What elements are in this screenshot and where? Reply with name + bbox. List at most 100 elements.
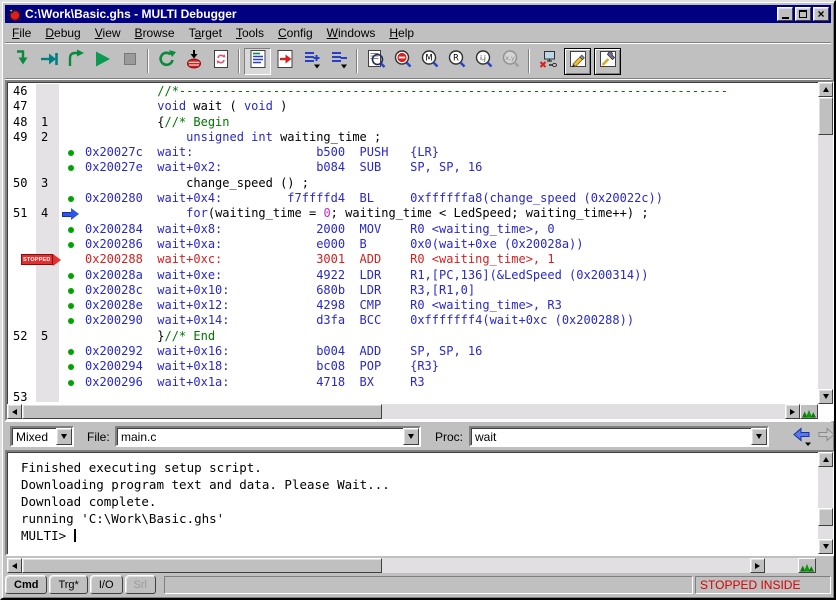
- code-line[interactable]: 0x20027e wait+0x2: b084 SUB SP, SP, 16: [9, 160, 816, 175]
- breakpoint-dot-icon[interactable]: [68, 288, 74, 294]
- scroll-right-button[interactable]: [750, 558, 765, 573]
- locals-view-button[interactable]: i,j: [470, 48, 497, 75]
- proc-combo[interactable]: wait: [469, 426, 769, 447]
- scroll-thumb[interactable]: [818, 97, 833, 135]
- scroll-thumb[interactable]: [22, 404, 382, 419]
- step-out-button[interactable]: [62, 48, 89, 75]
- console-vertical-scrollbar[interactable]: [818, 452, 833, 554]
- code-line[interactable]: 0x200294 wait+0x18: bc08 POP {R3}: [9, 359, 816, 374]
- breakpoints-view-button[interactable]: [389, 48, 416, 75]
- tab-io[interactable]: I/O: [90, 575, 123, 594]
- pane-resize-button[interactable]: [798, 558, 816, 573]
- editor-button[interactable]: [564, 48, 591, 75]
- source-code-view[interactable]: 46 //*----------------------------------…: [9, 84, 816, 402]
- navigate-back-button[interactable]: [791, 425, 813, 447]
- console-text[interactable]: Finished executing setup script.Download…: [9, 454, 816, 552]
- breakpoint-dot-icon[interactable]: [68, 242, 74, 248]
- expand-lines-button[interactable]: [298, 48, 325, 75]
- dropdown-button[interactable]: [751, 428, 767, 445]
- code-line[interactable]: 525 }//* End: [9, 329, 816, 344]
- code-line[interactable]: 514 for(waiting_time = 0; waiting_time <…: [9, 206, 816, 221]
- memory-view-button[interactable]: M: [416, 48, 443, 75]
- code-line[interactable]: 46 //*----------------------------------…: [9, 84, 816, 99]
- code-line[interactable]: 53: [9, 390, 816, 402]
- scroll-down-button[interactable]: [818, 389, 833, 404]
- menu-target[interactable]: Target: [182, 24, 229, 42]
- code-line[interactable]: 503 change_speed () ;: [9, 176, 816, 191]
- code-line[interactable]: 0x200296 wait+0x1a: 4718 BX R3: [9, 375, 816, 390]
- code-line[interactable]: STOPPED0x200288 wait+0xc: 3001 ADD R0 <w…: [9, 252, 816, 267]
- registers-view-button[interactable]: R: [443, 48, 470, 75]
- menu-help[interactable]: Help: [382, 24, 421, 42]
- restart-button[interactable]: [153, 48, 180, 75]
- menu-tools[interactable]: Tools: [229, 24, 271, 42]
- menu-browse[interactable]: Browse: [128, 24, 182, 42]
- breakpoint-dot-icon[interactable]: [68, 349, 74, 355]
- code-line[interactable]: 0x200286 wait+0xa: e000 B 0x0(wait+0xe (…: [9, 237, 816, 252]
- view-mode-combo[interactable]: Mixed: [10, 426, 74, 447]
- scroll-right-button[interactable]: [785, 404, 800, 419]
- code-line[interactable]: 492 unsigned int waiting_time ;: [9, 130, 816, 145]
- menu-view[interactable]: View: [88, 24, 128, 42]
- disconnect-button[interactable]: [534, 48, 561, 75]
- dropdown-button[interactable]: [56, 428, 72, 445]
- go-button[interactable]: [89, 48, 116, 75]
- menu-windows[interactable]: Windows: [320, 24, 383, 42]
- tab-trg[interactable]: Trg*: [49, 575, 87, 594]
- console-horizontal-scrollbar[interactable]: [7, 558, 798, 573]
- code-line[interactable]: 47 void wait ( void ): [9, 99, 816, 114]
- close-button[interactable]: ×: [813, 7, 829, 21]
- scroll-up-button[interactable]: [818, 82, 833, 97]
- menu-debug[interactable]: Debug: [38, 24, 87, 42]
- breakpoint-dot-icon[interactable]: [68, 364, 74, 370]
- svg-text:x,y: x,y: [505, 54, 515, 62]
- step-into-button[interactable]: [8, 48, 35, 75]
- maximize-button[interactable]: [795, 7, 811, 21]
- dropdown-button[interactable]: [403, 428, 419, 445]
- source-vertical-scrollbar[interactable]: [818, 82, 833, 404]
- breakpoint-dot-icon[interactable]: [68, 303, 74, 309]
- reload-button[interactable]: [207, 48, 234, 75]
- pane-resize-button[interactable]: [800, 404, 818, 419]
- source-window-button[interactable]: [244, 48, 271, 75]
- scroll-down-button[interactable]: [818, 539, 833, 554]
- code-line[interactable]: 0x20027c wait: b500 PUSH {LR}: [9, 145, 816, 160]
- menu-file[interactable]: File: [5, 24, 38, 42]
- scroll-left-button[interactable]: [7, 558, 22, 573]
- breakpoint-dot-icon[interactable]: [68, 273, 74, 279]
- code-line[interactable]: 0x20028a wait+0xe: 4922 LDR R1,[PC,136](…: [9, 268, 816, 283]
- breakpoint-dot-icon[interactable]: [68, 150, 74, 156]
- step-over-button[interactable]: [35, 48, 62, 75]
- code-text: 0x200280 wait+0x4: f7ffffd4 BL 0xffffffa…: [85, 191, 663, 205]
- source-pane: 46 //*----------------------------------…: [5, 80, 835, 421]
- scroll-thumb[interactable]: [818, 508, 833, 526]
- code-line[interactable]: 0x200292 wait+0x16: b004 ADD SP, SP, 16: [9, 344, 816, 359]
- breakpoint-dot-icon[interactable]: [68, 196, 74, 202]
- code-text: change_speed () ;: [85, 176, 309, 190]
- minimize-button[interactable]: [777, 7, 793, 21]
- breakpoint-dot-icon[interactable]: [68, 165, 74, 171]
- source-horizontal-scrollbar[interactable]: [7, 404, 800, 419]
- code-text: 0x20028e wait+0x12: 4298 CMP R0 <waiting…: [85, 298, 562, 312]
- code-line[interactable]: 0x20028c wait+0x10: 680b LDR R3,[R1,0]: [9, 283, 816, 298]
- code-line[interactable]: 0x20028e wait+0x12: 4298 CMP R0 <waiting…: [9, 298, 816, 313]
- browse-button[interactable]: [362, 48, 389, 75]
- tab-cmd[interactable]: Cmd: [5, 575, 47, 594]
- code-line[interactable]: 0x200280 wait+0x4: f7ffffd4 BL 0xffffffa…: [9, 191, 816, 206]
- breakpoint-dot-icon[interactable]: [68, 227, 74, 233]
- breakpoint-dot-icon[interactable]: [68, 380, 74, 386]
- scroll-thumb[interactable]: [22, 558, 382, 573]
- code-line[interactable]: 0x200284 wait+0x8: 2000 MOV R0 <waiting_…: [9, 222, 816, 237]
- goto-pc-button[interactable]: [271, 48, 298, 75]
- file-combo[interactable]: main.c: [115, 426, 421, 447]
- menu-config[interactable]: Config: [271, 24, 320, 42]
- collapse-lines-button[interactable]: [325, 48, 352, 75]
- code-line[interactable]: 481 {//* Begin: [9, 115, 816, 130]
- builder-button[interactable]: [594, 48, 621, 75]
- breakpoint-dot-icon[interactable]: [68, 318, 74, 324]
- scroll-left-button[interactable]: [7, 404, 22, 419]
- code-line[interactable]: 0x200290 wait+0x14: d3fa BCC 0xfffffff4(…: [9, 313, 816, 328]
- svg-text:M: M: [425, 53, 432, 63]
- scroll-up-button[interactable]: [818, 452, 833, 467]
- breakpoint-button[interactable]: [180, 48, 207, 75]
